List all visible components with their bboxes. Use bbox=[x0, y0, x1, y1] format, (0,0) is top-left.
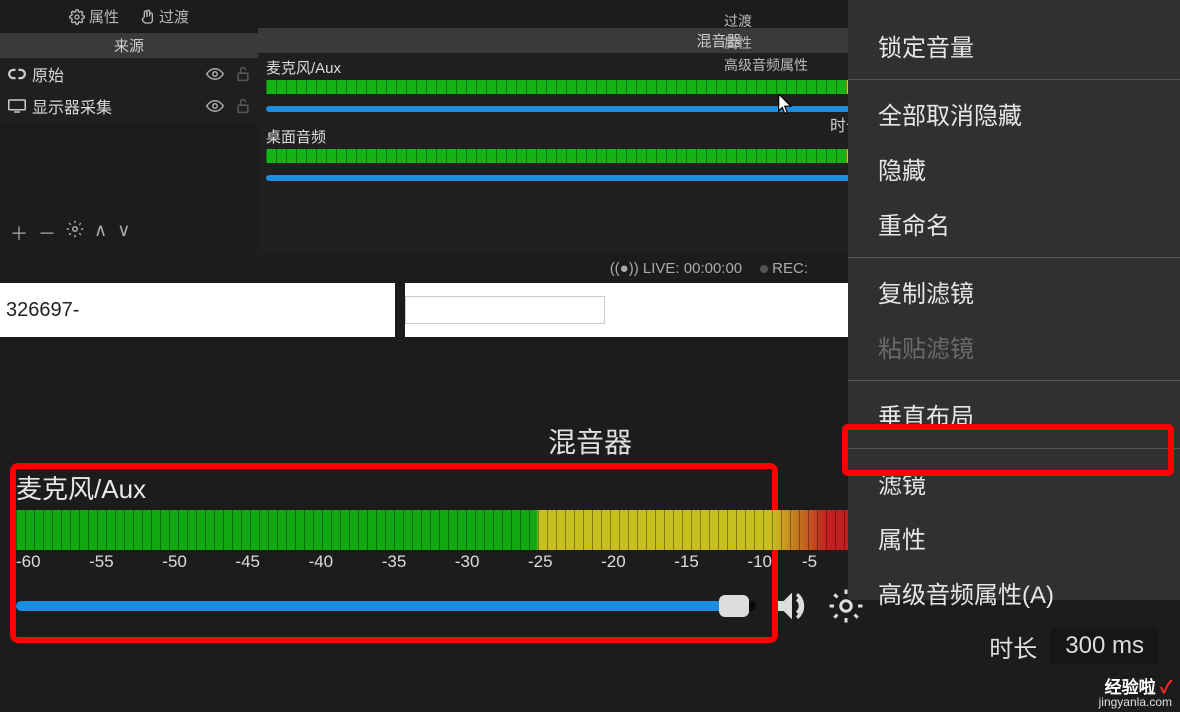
cm-rename[interactable]: 重命名 bbox=[848, 196, 1180, 251]
move-down-button[interactable]: ∨ bbox=[117, 220, 130, 246]
duration-label: 时长 bbox=[989, 629, 1037, 664]
monitor-icon bbox=[8, 99, 26, 113]
popup-item[interactable]: 过渡 bbox=[724, 10, 808, 32]
dropdown-popup: 过渡 属性 高级音频属性 bbox=[724, 10, 808, 76]
cm-lock-volume[interactable]: 锁定音量 bbox=[848, 18, 1180, 73]
remove-button[interactable]: － bbox=[38, 220, 56, 246]
lock-icon[interactable] bbox=[236, 98, 250, 114]
hand-icon bbox=[139, 9, 155, 25]
cm-advanced-audio[interactable]: 高级音频属性(A) bbox=[848, 565, 1180, 620]
move-up-button[interactable]: ∧ bbox=[94, 220, 107, 246]
link-icon bbox=[8, 67, 26, 81]
cm-paste-filters: 粘贴滤镜 bbox=[848, 319, 1180, 374]
eye-icon[interactable] bbox=[206, 68, 224, 80]
tab-properties[interactable]: 属性 bbox=[61, 4, 127, 29]
sources-header: 来源 bbox=[0, 33, 258, 58]
duration-value[interactable]: 300 ms bbox=[1051, 628, 1158, 664]
source-item[interactable]: 显示器采集 bbox=[0, 90, 258, 122]
dropdown-field[interactable] bbox=[405, 296, 605, 324]
popup-item[interactable]: 属性 bbox=[724, 32, 808, 54]
live-indicator: ((●)) LIVE: 00:00:00 bbox=[610, 260, 742, 277]
source-name: 显示器采集 bbox=[32, 94, 112, 118]
lock-icon[interactable] bbox=[236, 66, 250, 82]
rec-indicator: REC: bbox=[760, 260, 808, 277]
highlight-box bbox=[10, 463, 778, 643]
big-volume-slider[interactable] bbox=[16, 601, 756, 611]
eye-icon[interactable] bbox=[206, 100, 224, 112]
context-menu: 锁定音量 全部取消隐藏 隐藏 重命名 复制滤镜 粘贴滤镜 垂直布局 滤镜 属性 … bbox=[848, 0, 1180, 600]
track-name: 麦克风/Aux bbox=[266, 57, 341, 78]
source-name: 原始 bbox=[32, 62, 64, 86]
add-button[interactable]: ＋ bbox=[10, 220, 28, 246]
big-audio-meter bbox=[16, 510, 772, 550]
speaker-icon[interactable] bbox=[772, 589, 812, 623]
cm-copy-filters[interactable]: 复制滤镜 bbox=[848, 264, 1180, 319]
highlight-box bbox=[842, 424, 1174, 476]
cm-hide[interactable]: 隐藏 bbox=[848, 141, 1180, 196]
cm-unhide-all[interactable]: 全部取消隐藏 bbox=[848, 86, 1180, 141]
tab-label: 过渡 bbox=[159, 6, 189, 27]
settings-button[interactable] bbox=[66, 220, 84, 246]
source-item[interactable]: 原始 bbox=[0, 58, 258, 90]
cursor-icon bbox=[778, 94, 794, 116]
tab-transitions[interactable]: 过渡 bbox=[131, 4, 197, 29]
dropdown-text[interactable]: 326697- bbox=[0, 299, 395, 322]
tab-label: 属性 bbox=[89, 6, 119, 27]
track-name: 桌面音频 bbox=[266, 126, 326, 147]
popup-item[interactable]: 高级音频属性 bbox=[724, 54, 808, 76]
gear-icon bbox=[69, 9, 85, 25]
cm-properties[interactable]: 属性 bbox=[848, 510, 1180, 565]
watermark: 经验啦 ✓ jingyanla.com bbox=[1099, 679, 1172, 708]
